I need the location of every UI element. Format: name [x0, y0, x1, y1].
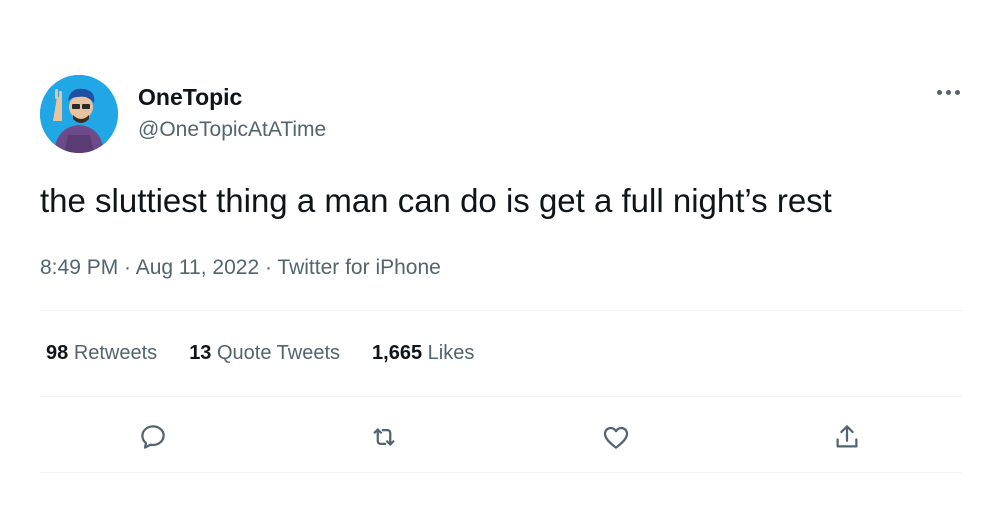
avatar-icon: [40, 75, 118, 153]
tweet-date[interactable]: Aug 11, 2022: [136, 256, 259, 279]
likes-stat[interactable]: 1,665 Likes: [372, 342, 474, 365]
more-dot-icon: [945, 89, 951, 95]
retweet-icon: [373, 428, 395, 446]
more-dot-icon: [936, 89, 942, 95]
like-button[interactable]: [594, 415, 638, 459]
divider: [40, 310, 962, 311]
reply-icon: [141, 425, 165, 449]
meta-separator: ·: [118, 256, 136, 279]
share-button[interactable]: [825, 415, 869, 459]
more-dot-icon: [954, 89, 960, 95]
reply-button[interactable]: [131, 415, 175, 459]
divider: [40, 396, 962, 397]
share-icon: [836, 425, 858, 448]
more-options-button[interactable]: [930, 80, 966, 104]
divider: [40, 472, 962, 473]
author-handle[interactable]: @OneTopicAtATime: [138, 118, 326, 142]
quote-tweets-label: Quote Tweets: [217, 342, 341, 364]
avatar[interactable]: [40, 75, 118, 153]
tweet-source[interactable]: Twitter for iPhone: [277, 256, 440, 279]
tweet-card: OneTopic @OneTopicAtATime the sluttiest …: [0, 0, 1000, 525]
retweet-button[interactable]: [362, 415, 406, 459]
likes-count: 1,665: [372, 342, 423, 364]
meta-separator: ·: [259, 256, 278, 279]
tweet-time[interactable]: 8:49 PM: [40, 256, 118, 279]
quote-tweets-stat[interactable]: 13 Quote Tweets: [189, 342, 340, 365]
like-icon: [603, 426, 629, 449]
retweets-count: 98: [46, 342, 69, 364]
action-bar: [0, 415, 1000, 459]
tweet-meta: 8:49 PM · Aug 11, 2022 · Twitter for iPh…: [40, 256, 441, 280]
tweet-stats: 98 Retweets 13 Quote Tweets 1,665 Likes: [46, 342, 474, 365]
quote-tweets-count: 13: [189, 342, 212, 364]
retweets-stat[interactable]: 98 Retweets: [46, 342, 157, 365]
tweet-text: the sluttiest thing a man can do is get …: [40, 182, 832, 219]
likes-label: Likes: [427, 342, 475, 364]
author-display-name[interactable]: OneTopic: [138, 84, 242, 111]
retweets-label: Retweets: [73, 342, 158, 364]
